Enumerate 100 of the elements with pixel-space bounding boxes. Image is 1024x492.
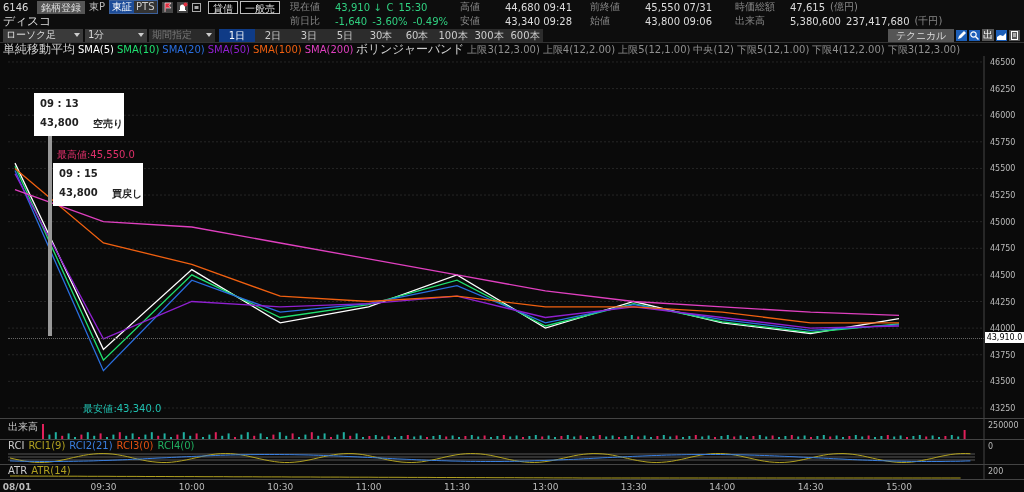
order-button[interactable]: 一般売 [240,1,280,14]
trade-price: 43,800 [59,187,98,200]
range-tab[interactable]: 100本 [435,28,471,42]
trade-time: 09 : 15 [59,168,99,179]
quote-value: 43,800 09:06 [645,15,712,27]
quote-label: 前日比 [290,14,321,28]
axis-label: 15:00 [886,482,912,492]
axis-label: 44500 [990,270,1016,280]
quote-value: 45,550 07/31 [645,1,712,13]
quote-label: 前終値 [590,0,621,14]
quote-label: 高値 [460,0,481,14]
unit-label: (千円) [914,14,943,28]
legend-label: 中央(12) [693,42,734,57]
axis-label: 250000 [988,421,1019,430]
range-tab[interactable]: 1日 [219,28,255,42]
axis-label: 200 [988,467,1004,476]
panel-label: ATR [8,465,28,476]
axis-label: 10:00 [178,482,205,492]
exchange-tab[interactable]: 東証 [110,1,135,13]
exchange-tab[interactable]: PTS [134,1,157,13]
range-tab[interactable]: 600本 [507,28,543,42]
order-button[interactable]: 貸借 [208,1,238,14]
range-tab[interactable]: 2日 [255,28,291,42]
series-label: RCI1(9) [28,440,66,451]
low-price-label: 最安値:43,340.0 [83,403,162,415]
axis-label: 14:00 [709,482,736,492]
legend-label: 下限3(12,3.00) [887,42,961,57]
axis-label: 46000 [990,111,1016,121]
last-price-label: 43,910.0 [985,331,1024,343]
trade-time: 09 : 13 [40,98,80,109]
quote-value: -0.49% [412,15,449,27]
panel-label: 出来高 [8,420,38,434]
high-price-label: 最高値:45,550.0 [57,149,135,161]
legend-label: 下限5(12,1.00) [737,42,810,57]
quote-label: 現在値 [290,0,321,14]
quote-value: 15:30 [398,1,428,13]
panel-label: RCI [8,440,25,451]
series-label: ATR(14) [31,465,71,476]
axis-label: 45250 [990,191,1016,201]
legend-label: SMA(50) [207,44,250,55]
technical-button[interactable]: テクニカル [888,28,954,42]
axis-label: 46250 [990,84,1016,94]
axis-label: 46500 [990,57,1016,67]
axis-label: 11:30 [444,482,470,492]
quote-value: 44,680 09:41 [505,1,572,13]
quote-value: -3.60% [372,15,408,27]
trade-action: 空売り [92,117,123,131]
axis-label: 45750 [990,137,1016,147]
legend-label: ボリンジャーバンド [356,41,465,58]
quote-label: 時価総額 [735,0,776,14]
range-tab[interactable]: 300本 [471,28,507,42]
axis-label: 44000 [990,324,1016,334]
range-tab[interactable]: 5日 [327,28,363,42]
quote-label: 始値 [590,14,611,28]
axis-label: 44750 [990,244,1016,254]
stock-name: ディスコ [3,13,51,30]
axis-label: 10:30 [267,482,294,492]
quote-value: -1,640 [335,15,368,27]
series-label: RCI3(0) [116,440,154,451]
axis-label: 09:30 [90,482,117,492]
legend-label: 上限3(12,3.00) [467,42,540,57]
series-label: RCI4(0) [157,440,195,451]
quote-value: 47,615 [790,1,825,13]
market-label: 東P [89,0,106,14]
legend-label: SMA(100) [253,44,302,55]
register-button[interactable]: 銘柄登録 [37,0,85,14]
legend-label: SMA(200) [304,44,354,55]
axis-label: 43250 [990,404,1016,413]
legend-label: SMA(5) [78,44,114,55]
volume-button[interactable]: 出 [982,29,994,41]
quote-value: C [386,1,394,13]
legend-label: 下限4(12,2.00) [812,42,885,57]
interval-dropdown[interactable]: 1分 [85,28,147,42]
legend-label: SMA(10) [117,44,160,55]
range-tab[interactable]: 30本 [363,28,399,42]
axis-label: 45500 [990,164,1016,174]
range-tab[interactable]: 3日 [291,28,327,42]
quote-value: 43,340 09:28 [505,15,572,27]
axis-label: 43500 [990,377,1016,387]
axis-label: 45000 [990,217,1016,227]
axis-label: 13:30 [620,482,647,492]
quote-label: 出来高 [735,14,766,28]
quote-label: 安値 [460,14,481,28]
trade-action: 買戻し [111,187,142,201]
axis-label: 14:30 [797,482,824,492]
legend-label: SMA(20) [162,44,205,55]
series-label: RCI2(21) [69,440,113,451]
axis-label: 44250 [990,297,1016,307]
range-tab[interactable]: 60本 [399,28,435,42]
legend-label: 上限4(12,2.00) [542,42,616,57]
legend-label: 単純移動平均 [3,41,75,58]
chart-type-dropdown[interactable]: ローソク足 [3,28,83,42]
axis-label: 11:00 [355,482,382,492]
quote-value: 5,380,600 [790,15,841,27]
axis-label: 13:00 [532,482,559,492]
unit-label: (億円) [830,0,858,14]
stock-code: 6146 [3,1,30,13]
quote-value: 237,417,680 [845,15,910,27]
axis-label: 0 [988,442,994,451]
quote-value: 43,910 ↓ [335,1,382,13]
